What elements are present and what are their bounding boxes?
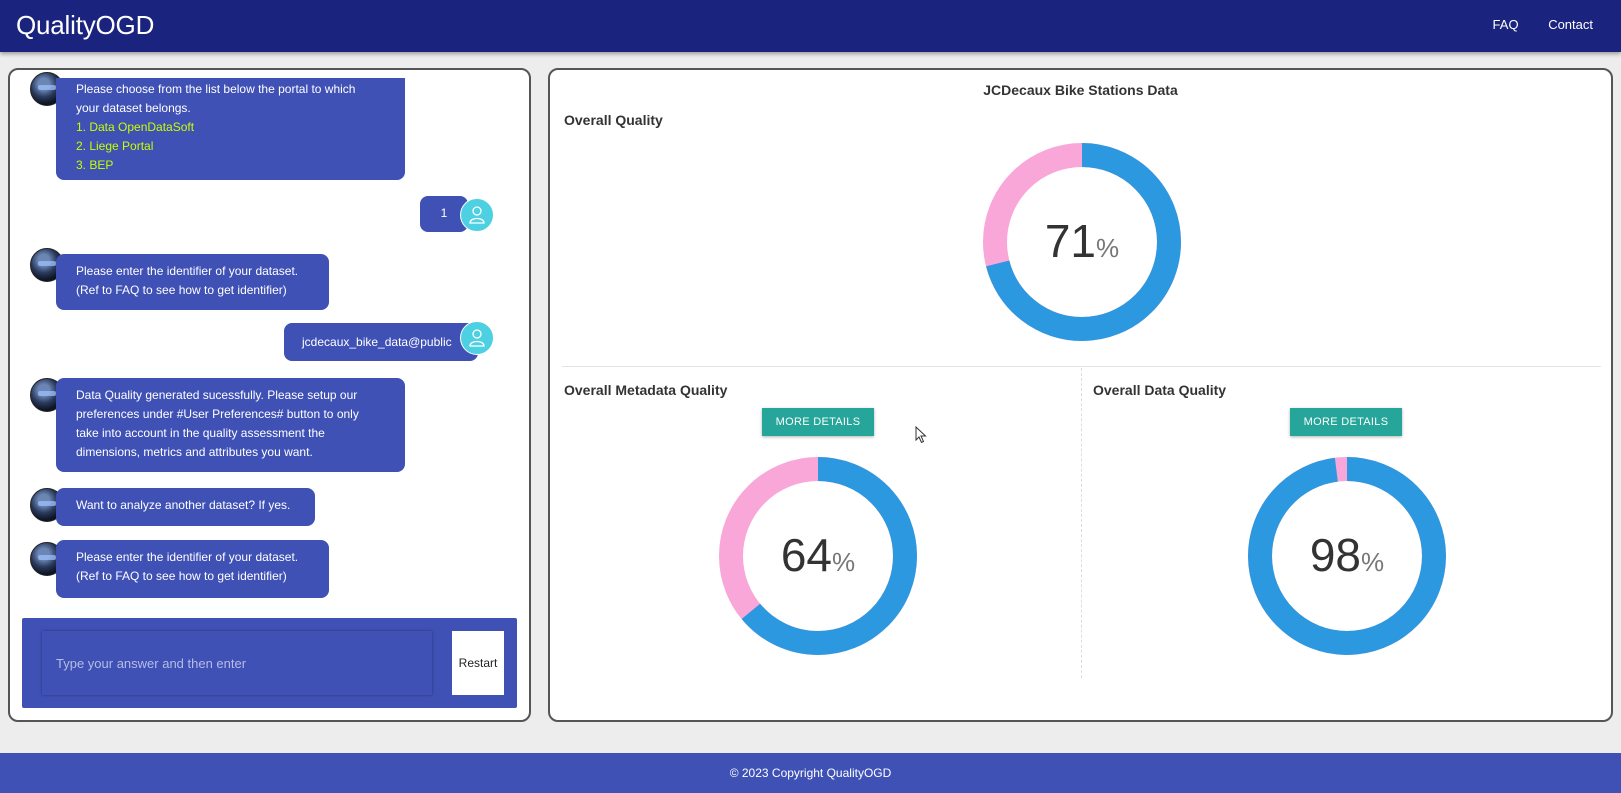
overall-quality-donut: 71% (982, 142, 1182, 342)
message-line: Please enter the identifier of your data… (76, 550, 299, 564)
user-avatar (460, 198, 494, 232)
donut-value-label: 64% (718, 528, 918, 582)
message-line: Want to analyze another dataset? If yes. (76, 498, 291, 512)
metadata-quality-donut: 64% (718, 456, 918, 656)
user-icon (469, 329, 485, 347)
message-line: Data Quality generated sucessfully. Plea… (76, 388, 358, 402)
message-line: take into account in the quality assessm… (76, 426, 325, 440)
section-divider (562, 366, 1601, 367)
nav-faq-link[interactable]: FAQ (1493, 17, 1519, 32)
nav-contact-link[interactable]: Contact (1548, 17, 1593, 32)
percent-sign: % (832, 547, 856, 577)
nav-links: FAQ Contact (1467, 17, 1593, 32)
metadata-quality-title: Overall Metadata Quality (564, 382, 728, 398)
data-quality-title: Overall Data Quality (1093, 382, 1227, 398)
metadata-quality-value: 64 (780, 529, 833, 581)
bot-message: Please enter the identifier of your data… (56, 254, 329, 310)
brand-logo[interactable]: QualityOGD (16, 10, 154, 41)
percent-sign: % (1096, 233, 1120, 263)
bot-message: Want to analyze another dataset? If yes. (56, 488, 315, 526)
dataset-title: JCDecaux Bike Stations Data (983, 82, 1178, 98)
mouse-cursor-icon (915, 426, 927, 444)
bot-message: Please enter the identifier of your data… (56, 540, 329, 598)
donut-value-label: 71% (982, 214, 1182, 268)
portal-option-3[interactable]: 3. BEP (76, 156, 385, 175)
restart-button[interactable]: Restart (452, 631, 504, 695)
percent-sign: % (1361, 547, 1385, 577)
user-avatar (460, 321, 494, 355)
data-quality-value: 98 (1309, 529, 1362, 581)
top-navbar: QualityOGD FAQ Contact (0, 0, 1621, 52)
copyright-text: © 2023 Copyright QualityOGD (729, 766, 892, 780)
user-message: jcdecaux_bike_data@public (284, 323, 478, 361)
chat-panel: Please choose from the list below the po… (8, 68, 531, 722)
bot-message: Please choose from the list below the po… (56, 78, 405, 180)
message-line: your dataset belongs. (76, 101, 191, 115)
overall-quality-value: 71 (1044, 215, 1097, 267)
data-more-details-button[interactable]: MORE DETAILS (1290, 408, 1402, 436)
page-footer: © 2023 Copyright QualityOGD (0, 753, 1621, 793)
quality-dashboard: JCDecaux Bike Stations Data Overall Qual… (548, 68, 1613, 722)
bot-message: Data Quality generated sucessfully. Plea… (56, 378, 405, 472)
column-divider (1081, 368, 1082, 678)
portal-option-1[interactable]: 1. Data OpenDataSoft (76, 118, 385, 137)
message-line: (Ref to FAQ to see how to get identifier… (76, 283, 287, 297)
message-text: 1 (440, 206, 448, 220)
message-line: preferences under #User Preferences# but… (76, 407, 359, 421)
answer-input[interactable] (42, 631, 432, 695)
portal-option-2[interactable]: 2. Liege Portal (76, 137, 385, 156)
chat-input-bar: Restart (22, 618, 517, 708)
metadata-more-details-button[interactable]: MORE DETAILS (762, 408, 874, 436)
overall-quality-title: Overall Quality (564, 112, 663, 128)
message-line: (Ref to FAQ to see how to get identifier… (76, 569, 287, 583)
message-line: dimensions, metrics and attributes you w… (76, 445, 313, 459)
message-line: Please choose from the list below the po… (76, 82, 356, 96)
message-line: Please enter the identifier of your data… (76, 264, 299, 278)
donut-value-label: 98% (1247, 528, 1447, 582)
user-icon (469, 206, 485, 224)
data-quality-donut: 98% (1247, 456, 1447, 656)
message-text: jcdecaux_bike_data@public (302, 335, 452, 349)
